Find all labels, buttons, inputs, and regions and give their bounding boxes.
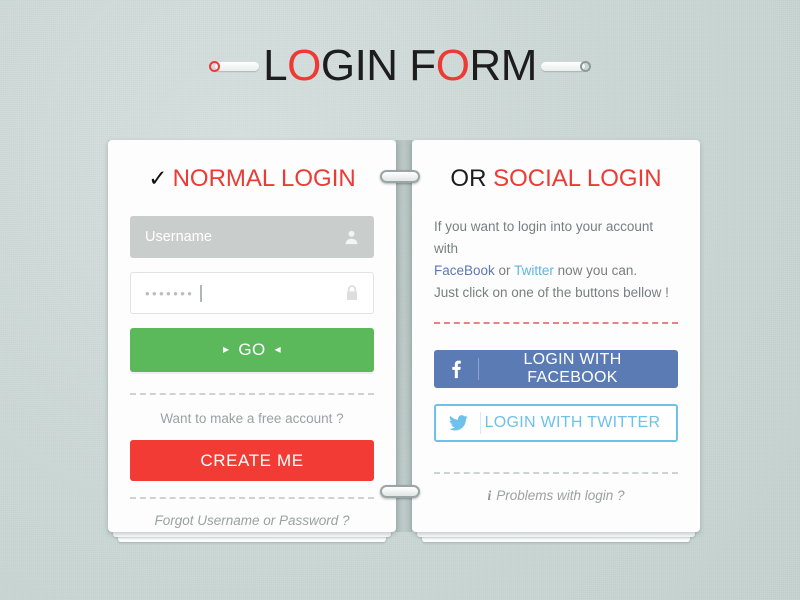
intro-line-2-mid: or: [494, 263, 515, 279]
intro-line-2: FaceBook or Twitter now you can.: [434, 260, 678, 282]
login-with-facebook-button[interactable]: LOGIN WITH FACEBOOK: [434, 349, 678, 388]
intro-line-3: Just click on one of the buttons bellow …: [434, 284, 669, 300]
login-with-twitter-button[interactable]: LOGIN WITH TWITTER: [434, 403, 678, 442]
divider-above-create: [130, 393, 374, 396]
normal-login-heading: ✓ NORMAL LOGIN: [130, 165, 374, 192]
page-title-part-accent: O: [287, 41, 321, 90]
check-mark-icon: ✓: [148, 165, 168, 191]
page-title-part-accent: O: [435, 41, 470, 90]
info-icon: i: [487, 487, 492, 503]
normal-login-heading-label: NORMAL LOGIN: [172, 165, 356, 192]
social-login-intro: If you want to login into your account w…: [434, 216, 678, 303]
problems-with-login-label: Problems with login ?: [496, 487, 625, 503]
title-bar-right-icon: [540, 61, 585, 71]
go-button-label: GO: [238, 340, 266, 360]
title-bar-left-icon: [215, 61, 260, 71]
create-me-button[interactable]: CREATE ME: [130, 440, 374, 482]
facebook-icon: [434, 359, 478, 379]
normal-login-card-stack: ✓ NORMAL LOGIN Username ••••••• ▸ GO ◂ W…: [108, 140, 396, 542]
password-input-value: •••••••: [145, 285, 195, 301]
login-with-twitter-label: LOGIN WITH TWITTER: [484, 413, 661, 431]
divider-above-left-footer: [130, 497, 374, 500]
text-caret: [200, 284, 202, 302]
password-input[interactable]: •••••••: [130, 272, 374, 315]
social-login-panel: OR SOCIAL LOGIN If you want to login int…: [412, 140, 700, 532]
facebook-link[interactable]: FaceBook: [434, 263, 495, 278]
social-login-heading-label: SOCIAL LOGIN: [493, 165, 662, 192]
page-title-part: GIN F: [320, 41, 436, 90]
login-form-cards: ✓ NORMAL LOGIN Username ••••••• ▸ GO ◂ W…: [108, 140, 700, 542]
social-login-heading-prefix: OR: [450, 165, 487, 192]
divider-red: [434, 321, 678, 324]
go-arrow-right-icon: ◂: [274, 342, 282, 357]
binder-clip-bottom: [380, 485, 420, 498]
intro-line-2-end: now you can.: [553, 263, 638, 279]
title-dot-left-icon: [209, 60, 221, 72]
problems-with-login-link[interactable]: i Problems with login ?: [434, 488, 678, 504]
divider-above-right-footer: [434, 471, 678, 474]
page-title: LOGIN FORM: [259, 44, 541, 88]
go-button[interactable]: ▸ GO ◂: [130, 328, 374, 373]
go-arrow-left-icon: ▸: [222, 342, 230, 357]
lock-icon: [344, 284, 360, 302]
login-with-facebook-label: LOGIN WITH FACEBOOK: [523, 350, 622, 386]
free-account-text: Want to make a free account ?: [160, 411, 344, 427]
normal-login-panel: ✓ NORMAL LOGIN Username ••••••• ▸ GO ◂ W…: [108, 140, 396, 532]
page-title-part: RM: [469, 41, 537, 90]
title-decoration-left: [209, 59, 260, 73]
page-title-row: LOGIN FORM: [0, 44, 800, 88]
intro-line-1: If you want to login into your account w…: [434, 219, 654, 257]
username-input-value: Username: [145, 229, 212, 246]
username-input[interactable]: Username: [130, 216, 374, 259]
title-decoration-right: [540, 59, 591, 73]
page-title-part: L: [263, 41, 288, 90]
twitter-bird-icon: [436, 414, 480, 431]
social-login-card-stack: OR SOCIAL LOGIN If you want to login int…: [412, 140, 700, 542]
create-me-button-label: CREATE ME: [200, 450, 304, 470]
user-icon: [343, 229, 360, 246]
binder-clip-top: [380, 170, 420, 183]
twitter-link[interactable]: Twitter: [514, 263, 554, 278]
social-login-heading: OR SOCIAL LOGIN: [434, 165, 678, 192]
title-dot-right-icon: [579, 60, 591, 72]
forgot-credentials-link[interactable]: Forgot Username or Password ?: [130, 513, 374, 528]
